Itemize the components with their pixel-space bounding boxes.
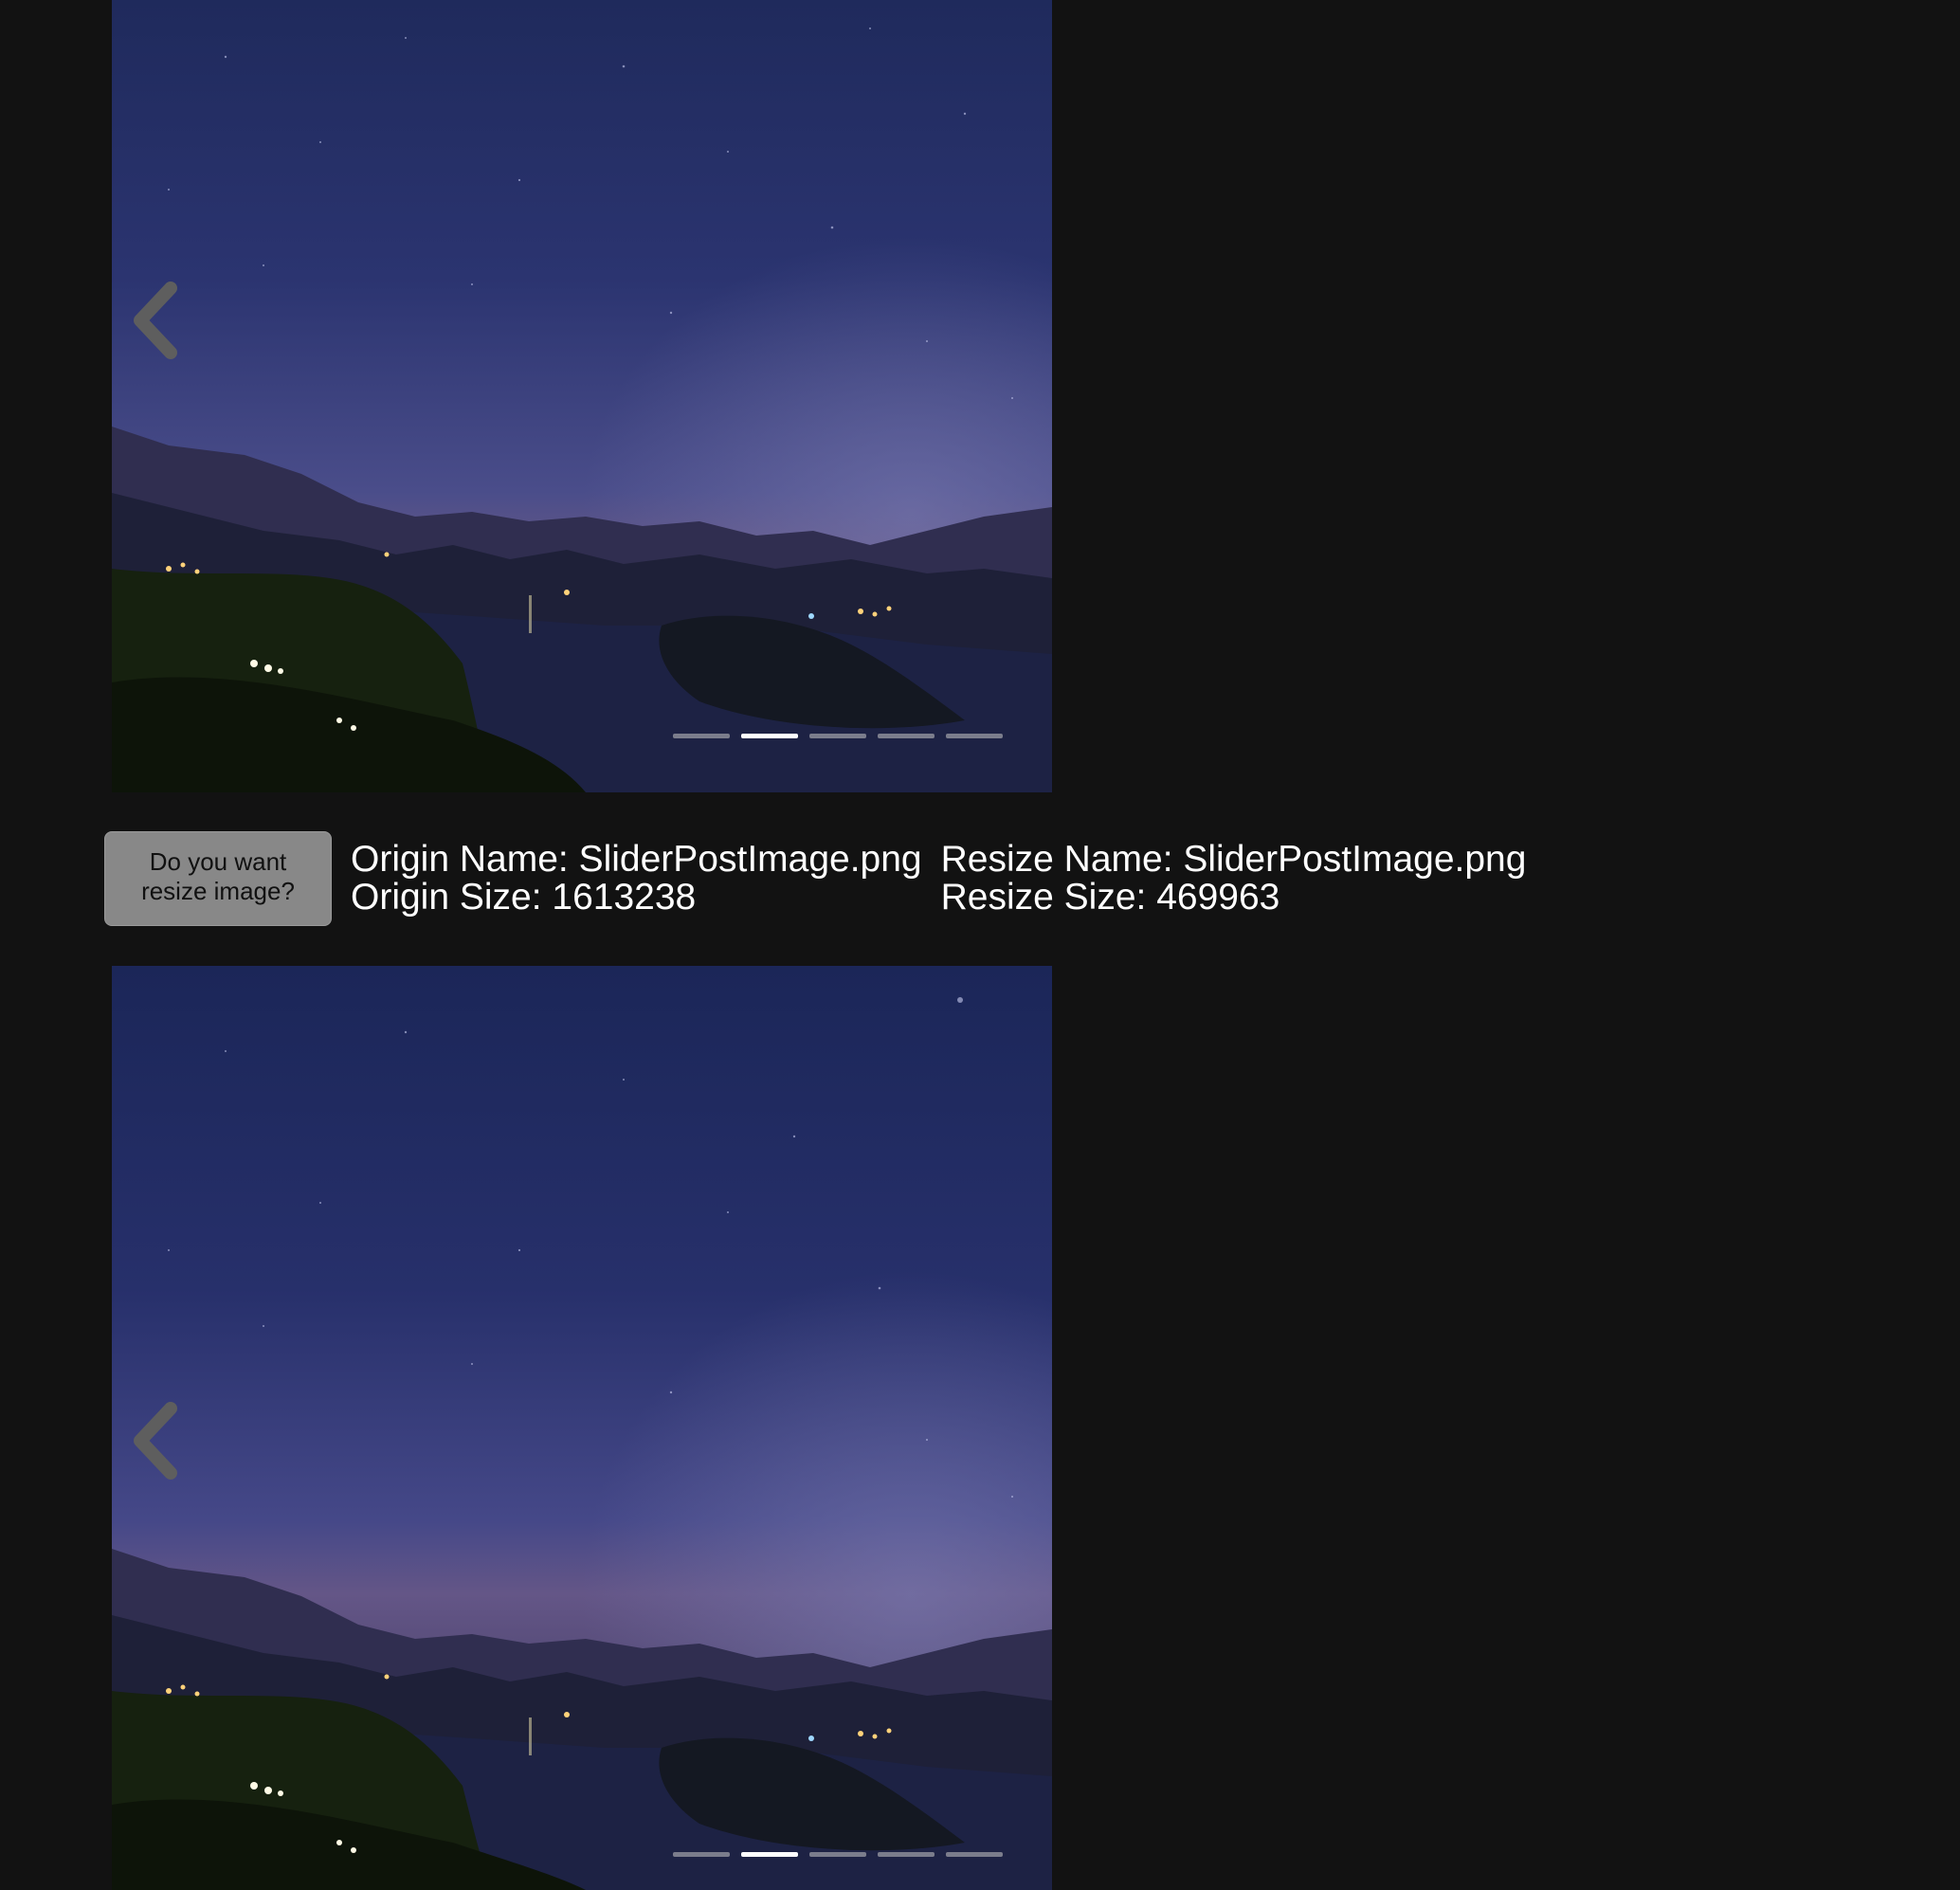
page: Do you want resize image? Origin Name: S… (0, 0, 1960, 1890)
resize-info: Resize Name: SliderPostImage.png Resize … (941, 841, 1527, 917)
slide-indicator-3[interactable] (809, 734, 866, 738)
slide-indicator-5[interactable] (946, 734, 1003, 738)
slide-indicator-2[interactable] (741, 1852, 798, 1857)
slide-indicator-4[interactable] (878, 734, 935, 738)
origin-name: Origin Name: SliderPostImage.png (351, 839, 922, 880)
chevron-left-icon[interactable] (129, 281, 182, 360)
origin-info: Origin Name: SliderPostImage.png Origin … (351, 841, 922, 917)
slide-indicators (673, 734, 1003, 738)
slide-indicator-4[interactable] (878, 1852, 935, 1857)
slide-indicator-5[interactable] (946, 1852, 1003, 1857)
resize-image-button[interactable]: Do you want resize image? (104, 831, 332, 926)
resize-size: Resize Size: 469963 (940, 877, 1280, 918)
chevron-left-icon[interactable] (129, 1401, 182, 1481)
slide-indicator-3[interactable] (809, 1852, 866, 1857)
slide-indicator-1[interactable] (673, 1852, 730, 1857)
image-slider-original[interactable] (112, 0, 1052, 792)
origin-size: Origin Size: 1613238 (351, 877, 697, 918)
slide-indicator-1[interactable] (673, 734, 730, 738)
slide-image (112, 0, 1052, 792)
slide-image (112, 966, 1052, 1890)
image-slider-resized[interactable] (112, 966, 1052, 1890)
slide-indicator-2[interactable] (741, 734, 798, 738)
image-info-row: Do you want resize image? Origin Name: S… (104, 831, 1526, 926)
resize-name: Resize Name: SliderPostImage.png (940, 839, 1527, 880)
slide-indicators (673, 1852, 1003, 1857)
